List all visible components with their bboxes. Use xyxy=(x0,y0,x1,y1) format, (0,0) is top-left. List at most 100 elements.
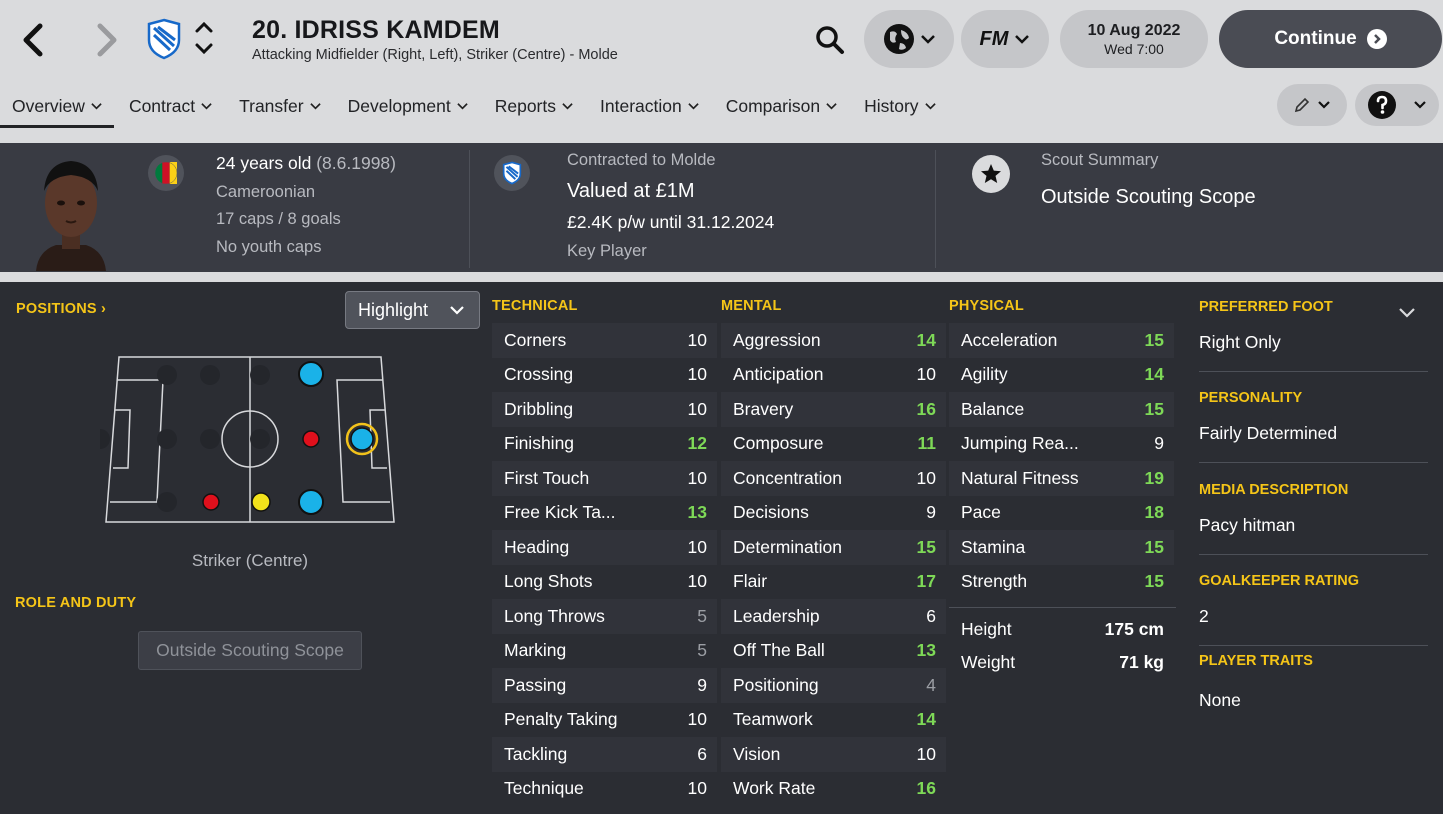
player-switch-icon[interactable] xyxy=(192,18,216,58)
attribute-row[interactable]: Finishing 12 xyxy=(492,427,717,462)
attribute-row[interactable]: Bravery 16 xyxy=(721,392,946,427)
attribute-row[interactable]: Balance 15 xyxy=(949,392,1174,427)
attribute-name: Heading xyxy=(504,536,570,557)
chevron-down-icon[interactable] xyxy=(1398,307,1416,319)
attribute-row[interactable]: Work Rate 16 xyxy=(721,772,946,807)
tab-development[interactable]: Development xyxy=(336,88,480,124)
attribute-row[interactable]: Positioning 4 xyxy=(721,668,946,703)
player-caps: 17 caps / 8 goals xyxy=(216,210,341,228)
positions-heading[interactable]: POSITIONS › xyxy=(16,301,106,317)
attribute-row[interactable]: Jumping Rea... 9 xyxy=(949,427,1174,462)
attribute-row[interactable]: Heading 10 xyxy=(492,530,717,565)
tab-comparison[interactable]: Comparison xyxy=(714,88,849,124)
attribute-row[interactable]: Off The Ball 13 xyxy=(721,634,946,669)
weight-row: Weight 71 kg xyxy=(951,652,1176,673)
attribute-row[interactable]: Composure 11 xyxy=(721,427,946,462)
position-dot-st xyxy=(350,427,374,451)
tab-history[interactable]: History xyxy=(852,88,947,124)
attribute-row[interactable]: Teamwork 14 xyxy=(721,703,946,738)
arrow-right-circle-icon xyxy=(1366,29,1387,49)
help-menu-button[interactable] xyxy=(1355,84,1439,126)
attribute-name: Teamwork xyxy=(733,709,813,730)
attribute-row[interactable]: Strength 15 xyxy=(949,565,1174,600)
attribute-row[interactable]: Acceleration 15 xyxy=(949,323,1174,358)
club-badge-icon[interactable] xyxy=(494,155,530,191)
attribute-name: Concentration xyxy=(733,467,842,488)
attribute-value: 9 xyxy=(1154,433,1164,454)
edit-menu-button[interactable] xyxy=(1277,84,1347,126)
attribute-row[interactable]: Decisions 9 xyxy=(721,496,946,531)
fm-menu-button[interactable]: FM xyxy=(961,10,1049,68)
position-dot-dc xyxy=(157,429,177,449)
attribute-row[interactable]: Free Kick Ta... 13 xyxy=(492,496,717,531)
attribute-row[interactable]: Long Throws 5 xyxy=(492,599,717,634)
continue-button[interactable]: Continue xyxy=(1219,10,1442,68)
attribute-row[interactable]: Flair 17 xyxy=(721,565,946,600)
attribute-row[interactable]: Natural Fitness 19 xyxy=(949,461,1174,496)
role-duty-button[interactable]: Outside Scouting Scope xyxy=(138,631,362,670)
tab-reports[interactable]: Reports xyxy=(483,88,585,124)
tab-overview[interactable]: Overview xyxy=(0,88,114,128)
contract-club[interactable]: Contracted to Molde xyxy=(567,151,716,170)
tab-transfer[interactable]: Transfer xyxy=(227,88,333,124)
attribute-row[interactable]: Passing 9 xyxy=(492,668,717,703)
attribute-row[interactable]: Stamina 15 xyxy=(949,530,1174,565)
attribute-name: Bravery xyxy=(733,398,794,419)
attribute-row[interactable]: Technique 10 xyxy=(492,772,717,807)
back-arrow-icon[interactable] xyxy=(14,20,54,60)
dob-value: (8.6.1998) xyxy=(316,153,396,173)
attribute-row[interactable]: Tackling 6 xyxy=(492,737,717,772)
attribute-row[interactable]: Corners 10 xyxy=(492,323,717,358)
attribute-row[interactable]: Marking 5 xyxy=(492,634,717,669)
world-menu-button[interactable] xyxy=(864,10,954,68)
chevron-down-icon xyxy=(1318,101,1330,109)
position-dot-amr xyxy=(298,489,324,515)
club-badge-icon[interactable] xyxy=(146,18,182,60)
attribute-row[interactable]: Agility 14 xyxy=(949,358,1174,393)
player-traits-value: None xyxy=(1199,690,1241,710)
forward-arrow-icon[interactable] xyxy=(86,20,126,60)
date-display[interactable]: 10 Aug 2022 Wed 7:00 xyxy=(1060,10,1208,68)
attribute-row[interactable]: Long Shots 10 xyxy=(492,565,717,600)
position-dot-mr xyxy=(250,365,270,385)
attribute-row[interactable]: Pace 18 xyxy=(949,496,1174,531)
attribute-value: 6 xyxy=(926,605,936,626)
role-duty-heading: ROLE AND DUTY xyxy=(15,595,137,611)
attribute-value: 4 xyxy=(926,674,936,695)
attribute-value: 10 xyxy=(687,778,707,799)
attribute-row[interactable]: Anticipation 10 xyxy=(721,358,946,393)
attribute-row[interactable]: Concentration 10 xyxy=(721,461,946,496)
tab-label: Interaction xyxy=(600,95,682,116)
tab-bar: Overview Contract Transfer Development R… xyxy=(0,88,951,130)
chevron-down-icon xyxy=(921,35,935,44)
positions-heading-label: POSITIONS xyxy=(16,301,97,317)
attribute-value: 10 xyxy=(916,467,936,488)
attribute-name: Marking xyxy=(504,640,567,661)
chevron-down-icon xyxy=(201,102,212,110)
tab-interaction[interactable]: Interaction xyxy=(588,88,711,124)
attribute-row[interactable]: Crossing 10 xyxy=(492,358,717,393)
position-dot-dmc xyxy=(200,429,220,449)
attribute-row[interactable]: Vision 10 xyxy=(721,737,946,772)
chevron-down-icon xyxy=(457,102,468,110)
search-icon[interactable] xyxy=(808,18,852,62)
tab-label: Transfer xyxy=(239,95,304,116)
attribute-row[interactable]: Determination 15 xyxy=(721,530,946,565)
attribute-name: Long Shots xyxy=(504,571,593,592)
highlight-dropdown[interactable]: Highlight xyxy=(345,291,480,329)
attribute-row[interactable]: Dribbling 10 xyxy=(492,392,717,427)
tab-label: Contract xyxy=(128,95,196,116)
attribute-value: 12 xyxy=(687,433,707,454)
panel-gap xyxy=(0,272,1443,282)
attribute-name: Crossing xyxy=(504,364,574,385)
divider xyxy=(1199,554,1428,555)
tab-contract[interactable]: Contract xyxy=(117,88,224,124)
attribute-row[interactable]: Penalty Taking 10 xyxy=(492,703,717,738)
attribute-row[interactable]: Leadership 6 xyxy=(721,599,946,634)
attribute-row[interactable]: Aggression 14 xyxy=(721,323,946,358)
attribute-value: 10 xyxy=(687,709,707,730)
attribute-name: Tackling xyxy=(504,743,568,764)
attribute-name: Aggression xyxy=(733,329,821,350)
fm-logo: FM xyxy=(979,27,1009,50)
attribute-row[interactable]: First Touch 10 xyxy=(492,461,717,496)
